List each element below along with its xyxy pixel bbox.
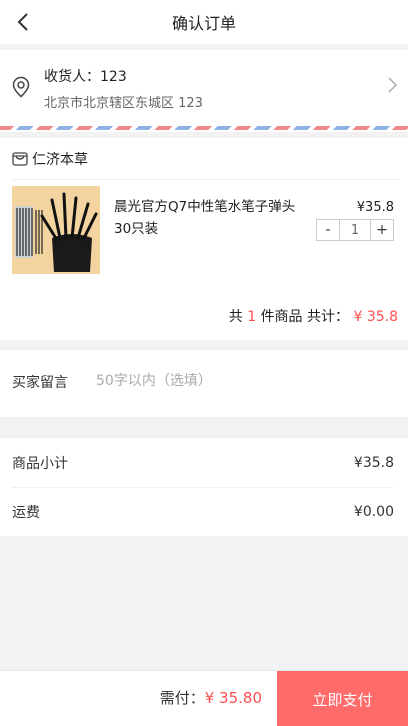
decrement-button[interactable]: -	[317, 220, 339, 240]
back-button[interactable]	[8, 6, 40, 38]
amount-due-label: 需付：	[159, 689, 205, 707]
item-count: 1	[247, 309, 257, 325]
chevron-left-icon	[17, 13, 28, 31]
shipping-value: ¥0.00	[353, 504, 394, 520]
subtotal-value: ¥35.8	[353, 454, 394, 471]
address-border-stripe	[0, 126, 408, 130]
shop-header[interactable]: 仁济本草	[12, 149, 88, 169]
quantity-stepper: - 1 +	[316, 219, 394, 241]
header: 确认订单	[0, 0, 408, 44]
buyer-message-input[interactable]	[96, 366, 386, 396]
checkout-bar: 需付：¥ 35.80 立即支付	[0, 670, 408, 726]
shipping-row: 运费 ¥0.00	[12, 487, 394, 536]
product-thumbnail[interactable]	[12, 186, 100, 274]
increment-button[interactable]: +	[371, 220, 393, 240]
shop-name: 仁济本草	[32, 152, 88, 168]
recipient-name: 收货人：123	[44, 69, 127, 85]
address-detail: 北京市北京辖区东城区 123	[44, 96, 203, 111]
order-shop-card: 仁济本草 晨光官方Q7中性笔水笔子弹头30只装 ¥35.8 - 1 + 共 1	[0, 138, 408, 340]
amount-due-value: ¥ 35.80	[204, 689, 262, 707]
order-total: ¥ 35.8	[353, 309, 398, 325]
location-pin-icon	[12, 76, 30, 98]
buyer-message-section: 买家留言	[0, 350, 408, 417]
buyer-message-label: 买家留言	[12, 375, 68, 391]
subtotal-row: 商品小计 ¥35.8	[12, 438, 394, 487]
order-summary: 共 1 件商品 共计： ¥ 35.8	[229, 306, 398, 326]
chevron-right-icon	[388, 77, 398, 93]
summary-middle: 件商品 共计：	[260, 309, 350, 325]
amount-due: 需付：¥ 35.80	[160, 687, 262, 708]
shipping-label: 运费	[12, 505, 40, 521]
product-image	[12, 186, 100, 274]
quantity-value[interactable]: 1	[339, 220, 371, 240]
page-title: 确认订单	[171, 14, 236, 33]
subtotal-label: 商品小计	[12, 455, 68, 472]
product-title[interactable]: 晨光官方Q7中性笔水笔子弹头30只装	[114, 196, 310, 240]
divider	[12, 179, 398, 180]
pay-now-button[interactable]: 立即支付	[277, 671, 408, 726]
product-price: ¥35.8	[356, 200, 394, 215]
shop-icon	[12, 152, 28, 166]
address-card[interactable]: 收货人：123 北京市北京辖区东城区 123	[0, 50, 408, 132]
price-breakdown: 商品小计 ¥35.8 运费 ¥0.00	[0, 438, 408, 536]
summary-prefix: 共	[228, 309, 243, 325]
